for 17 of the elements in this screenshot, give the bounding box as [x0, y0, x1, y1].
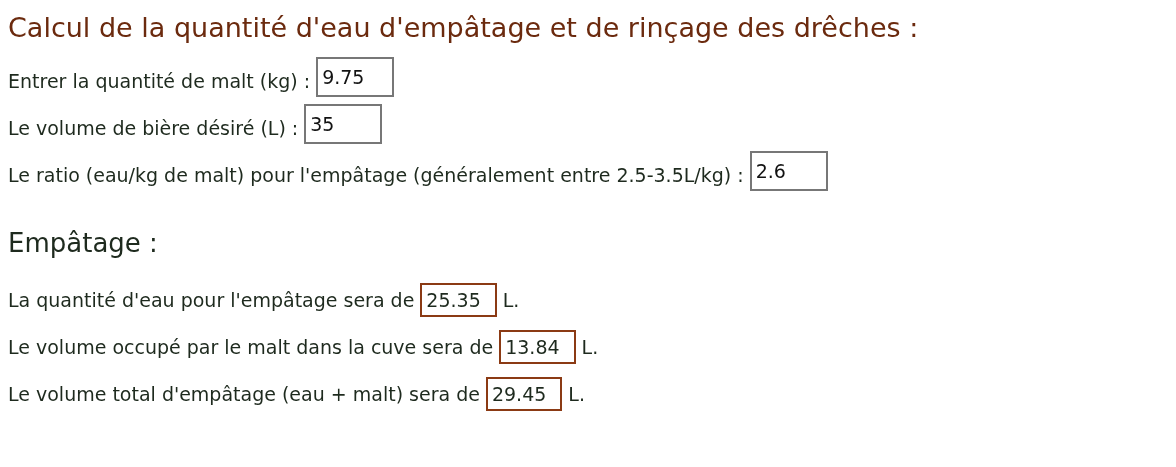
input-field[interactable]: 9.75: [316, 57, 395, 97]
page-title: Calcul de la quantité d'eau d'empâtage et de rinçage des drêches :: [8, 12, 920, 43]
field-label: Le volume de bière désiré (L) :: [8, 116, 299, 139]
result-label: Le volume total d'empâtage (eau + malt) sera de: [8, 382, 480, 405]
result-value: 13.84: [499, 329, 576, 364]
unit-label: L.: [568, 382, 585, 405]
result-label: Le volume occupé par le malt dans la cuve sera de: [8, 335, 494, 358]
input-field[interactable]: 35: [304, 104, 383, 144]
result-value: 25.35: [420, 282, 497, 317]
result-value: 29.45: [485, 376, 563, 411]
result-label: La quantité d'eau pour l'empâtage sera de: [8, 288, 415, 311]
field-label: Le ratio (eau/kg de malt) pour l'empâtage (généralement entre 2.5-3.5L/kg) :: [8, 163, 744, 186]
unit-label: L.: [581, 335, 599, 358]
unit-label: L.: [502, 288, 520, 311]
section-heading: Empâtage :: [8, 228, 159, 258]
input-field[interactable]: 2.6: [749, 151, 828, 191]
field-label: Entrer la quantité de malt (kg) :: [8, 69, 311, 92]
